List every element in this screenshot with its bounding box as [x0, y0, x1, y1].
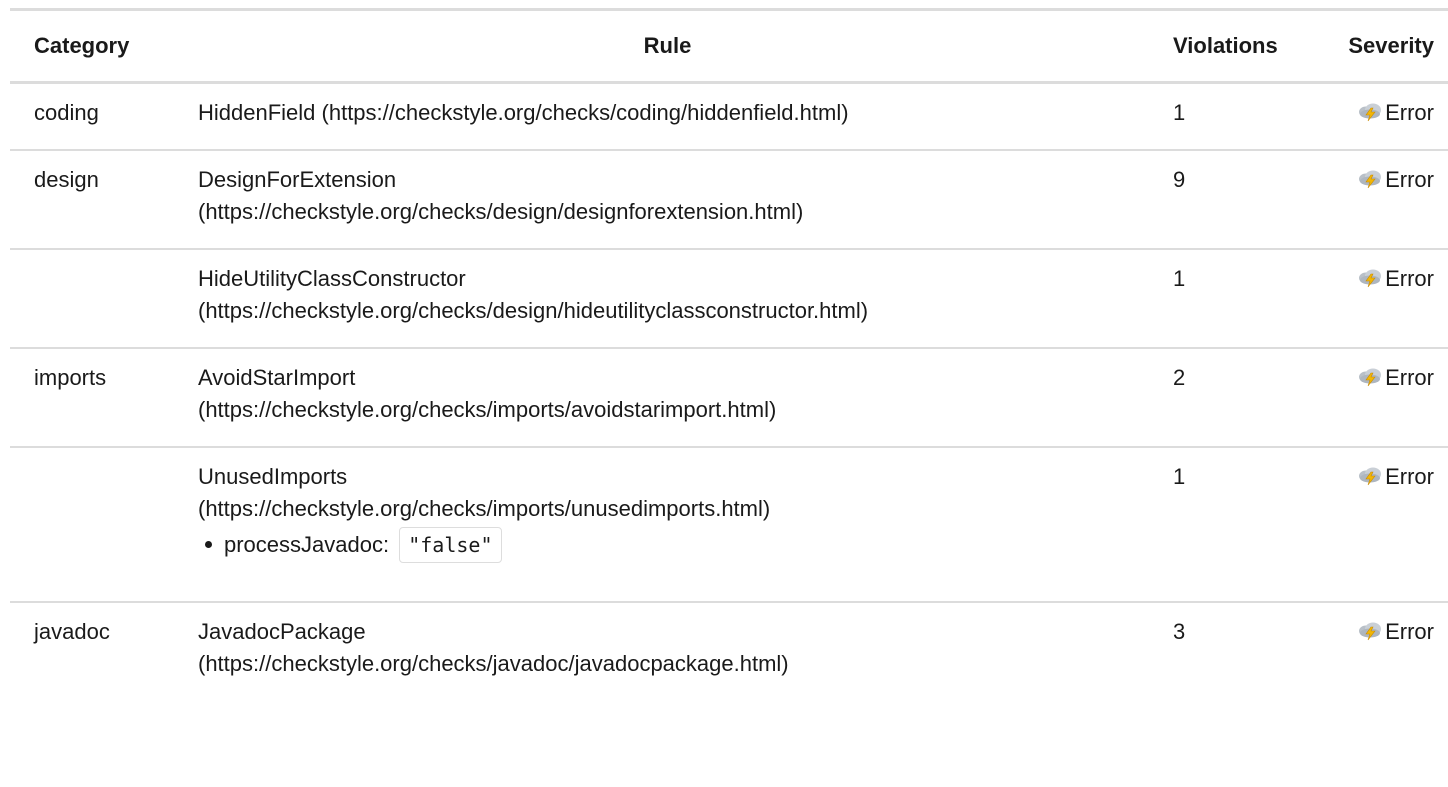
rule-cell: AvoidStarImport (https://checkstyle.org/… [174, 348, 1149, 448]
rule-cell: JavadocPackage (https://checkstyle.org/c… [174, 602, 1149, 700]
severity-cell: Error [1303, 82, 1448, 151]
rule-properties-list: processJavadoc: "false" [198, 527, 1137, 563]
category-cell: javadoc [34, 619, 110, 644]
error-storm-cloud-icon [1357, 169, 1383, 189]
violations-count: 1 [1149, 249, 1303, 349]
table-row: coding HiddenField (https://checkstyle.o… [10, 82, 1448, 151]
rule-name: UnusedImports [198, 464, 348, 489]
rule-cell: HiddenField (https://checkstyle.org/chec… [174, 82, 1149, 151]
severity-cell: Error [1303, 150, 1448, 250]
category-cell [10, 249, 174, 349]
violations-count: 3 [1173, 619, 1186, 644]
rule-url-link[interactable]: (https://checkstyle.org/checks/javadoc/j… [198, 648, 1137, 680]
rule-name: AvoidStarImport [198, 365, 356, 390]
severity-cell: Error [1303, 249, 1448, 349]
category-cell: design [10, 150, 174, 250]
severity-cell: Error [1303, 348, 1448, 448]
header-violations: Violations [1149, 11, 1303, 84]
header-rule: Rule [174, 11, 1149, 84]
property-name: processJavadoc: [224, 532, 390, 557]
severity-cell: Error [1303, 447, 1448, 603]
error-storm-cloud-icon [1357, 466, 1383, 486]
table-row: UnusedImports (https://checkstyle.org/ch… [10, 447, 1448, 603]
property-value: "false" [399, 527, 502, 563]
table-header-row: Category Rule Violations Severity [10, 11, 1448, 84]
rule-name-link[interactable]: HiddenField (https://checkstyle.org/chec… [198, 97, 1137, 129]
severity-label: Error [1385, 100, 1434, 125]
rule-url-link[interactable]: (https://checkstyle.org/checks/imports/a… [198, 394, 1137, 426]
property-item: processJavadoc: "false" [205, 527, 1137, 563]
rule-url-link[interactable]: (https://checkstyle.org/checks/design/de… [198, 196, 1137, 228]
error-storm-cloud-icon [1357, 102, 1383, 122]
severity-label: Error [1385, 167, 1434, 192]
rule-name: HideUtilityClassConstructor [198, 266, 466, 291]
table-row: HideUtilityClassConstructor (https://che… [10, 249, 1448, 349]
header-severity: Severity [1303, 11, 1448, 84]
header-category: Category [10, 11, 174, 84]
severity-cell: Error [1303, 602, 1448, 700]
violations-count: 1 [1149, 447, 1303, 603]
table-row: javadoc JavadocPackage (https://checksty… [10, 602, 1448, 700]
rule-cell: DesignForExtension (https://checkstyle.o… [174, 150, 1149, 250]
error-storm-cloud-icon [1357, 367, 1383, 387]
rule-cell: UnusedImports (https://checkstyle.org/ch… [174, 447, 1149, 603]
error-storm-cloud-icon [1357, 621, 1383, 641]
category-cell [10, 447, 174, 603]
rules-table: Category Rule Violations Severity coding… [10, 11, 1448, 700]
rule-name: JavadocPackage [198, 619, 366, 644]
violations-count: 9 [1149, 150, 1303, 250]
table-row: design DesignForExtension (https://check… [10, 150, 1448, 250]
violations-count: 1 [1149, 82, 1303, 151]
severity-label: Error [1385, 464, 1434, 489]
checkstyle-report: Category Rule Violations Severity coding… [10, 0, 1448, 700]
rule-cell: HideUtilityClassConstructor (https://che… [174, 249, 1149, 349]
category-cell: imports [10, 348, 174, 448]
severity-label: Error [1385, 365, 1434, 390]
severity-label: Error [1385, 266, 1434, 291]
error-storm-cloud-icon [1357, 268, 1383, 288]
rule-url-link[interactable]: (https://checkstyle.org/checks/design/hi… [198, 295, 1137, 327]
table-row: imports AvoidStarImport (https://checkst… [10, 348, 1448, 448]
violations-count: 2 [1149, 348, 1303, 448]
category-cell: coding [10, 82, 174, 151]
severity-label: Error [1385, 619, 1434, 644]
rule-name: DesignForExtension [198, 167, 397, 192]
rule-url-link[interactable]: (https://checkstyle.org/checks/imports/u… [198, 493, 1137, 525]
